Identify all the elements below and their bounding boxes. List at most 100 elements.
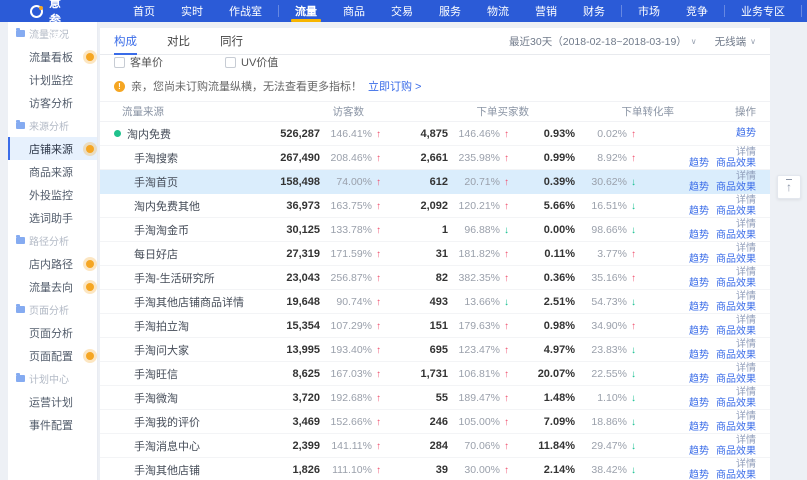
detail-link[interactable]: 详情	[736, 219, 756, 230]
trend-link[interactable]: 趋势	[689, 278, 709, 289]
product-effect-link[interactable]: 商品效果	[716, 254, 756, 265]
back-to-top-button[interactable]: ↑	[777, 175, 801, 199]
nav-item-marketing[interactable]: 营销	[522, 0, 570, 22]
source-name-cell[interactable]: 手淘淘金币	[114, 222, 274, 238]
source-name-cell[interactable]: 手淘首页	[114, 174, 274, 190]
detail-link[interactable]: 详情	[736, 147, 756, 158]
source-name-cell[interactable]: 手淘-生活研究所	[114, 270, 274, 286]
source-name-cell[interactable]: 手淘问大家	[114, 342, 274, 358]
nav-item-business-zone[interactable]: 业务专区	[728, 0, 798, 22]
sidebar-item-external-monitor[interactable]: 外投监控	[8, 183, 97, 206]
product-effect-link[interactable]: 商品效果	[716, 446, 756, 457]
product-effect-link[interactable]: 商品效果	[716, 230, 756, 241]
visitors-cell: 526,287146.41%↑	[274, 128, 384, 140]
trend-link[interactable]: 趋势	[689, 350, 709, 361]
terminal-selector[interactable]: 无线端 ∨	[715, 34, 756, 49]
checkbox-uv-value[interactable]: UV价值	[225, 55, 278, 70]
nav-item-finance[interactable]: 财务	[570, 0, 618, 22]
trend-link[interactable]: 趋势	[689, 470, 709, 480]
nav-item-market[interactable]: 市场	[625, 0, 673, 22]
source-name-cell[interactable]: 手淘我的评价	[114, 414, 274, 430]
trend-link[interactable]: 趋势	[689, 254, 709, 265]
product-effect-link[interactable]: 商品效果	[716, 302, 756, 313]
nav-item-product[interactable]: 商品	[330, 0, 378, 22]
detail-link[interactable]: 详情	[736, 195, 756, 206]
nav-item-traffic[interactable]: 流量	[282, 0, 330, 22]
checkbox-unit-price[interactable]: 客单价	[114, 55, 163, 70]
tab-compare[interactable]: 对比	[167, 28, 190, 54]
sidebar-item-event-config[interactable]: 事件配置	[8, 413, 97, 436]
trend-link[interactable]: 趋势	[689, 422, 709, 433]
nav-item-trade[interactable]: 交易	[378, 0, 426, 22]
action-line: 趋势	[736, 128, 756, 139]
detail-link[interactable]: 详情	[736, 411, 756, 422]
nav-item-service[interactable]: 服务	[426, 0, 474, 22]
detail-link[interactable]: 详情	[736, 267, 756, 278]
sidebar-item-instore-path[interactable]: 店内路径	[8, 252, 97, 275]
source-name-cell[interactable]: 手淘旺信	[114, 366, 274, 382]
source-name-cell[interactable]: 手淘微淘	[114, 390, 274, 406]
source-name-cell[interactable]: 手淘其他店铺	[114, 462, 274, 478]
subscribe-link[interactable]: 立即订购 >	[368, 78, 421, 94]
metric-change-pct: 8.92%	[581, 152, 627, 164]
sidebar-item-plan-monitor[interactable]: 计划监控	[8, 68, 97, 91]
product-effect-link[interactable]: 商品效果	[716, 158, 756, 169]
product-effect-link[interactable]: 商品效果	[716, 470, 756, 480]
source-name-cell[interactable]: 手淘其他店铺商品详情	[114, 294, 274, 310]
trend-link[interactable]: 趋势	[689, 230, 709, 241]
product-effect-link[interactable]: 商品效果	[716, 350, 756, 361]
detail-link[interactable]: 详情	[736, 291, 756, 302]
product-effect-link[interactable]: 商品效果	[716, 422, 756, 433]
nav-item-competition[interactable]: 竞争	[673, 0, 721, 22]
metric-change-pct: 123.47%	[454, 344, 500, 356]
nav-item-realtime[interactable]: 实时	[168, 0, 216, 22]
trend-link[interactable]: 趋势	[689, 446, 709, 457]
source-name-cell[interactable]: 手淘搜索	[114, 150, 274, 166]
source-name-cell[interactable]: 淘内免费其他	[114, 198, 274, 214]
sidebar-item-shop-source[interactable]: 店铺来源	[8, 137, 97, 160]
checkbox-box[interactable]	[225, 57, 236, 68]
detail-link[interactable]: 详情	[736, 435, 756, 446]
sidebar-item-visitor-analysis[interactable]: 访客分析	[8, 91, 97, 114]
trend-link[interactable]: 趋势	[689, 158, 709, 169]
product-effect-link[interactable]: 商品效果	[716, 278, 756, 289]
nav-item-logistics[interactable]: 物流	[474, 0, 522, 22]
sidebar-item-product-source[interactable]: 商品来源	[8, 160, 97, 183]
nav-item-home[interactable]: 首页	[120, 0, 168, 22]
detail-link[interactable]: 详情	[736, 363, 756, 374]
app-logo[interactable]: 生意参谋	[0, 0, 62, 22]
detail-link[interactable]: 详情	[736, 171, 756, 182]
trend-link[interactable]: 趋势	[689, 374, 709, 385]
source-name-cell[interactable]: 手淘消息中心	[114, 438, 274, 454]
sidebar-item-traffic-dashboard[interactable]: 流量看板	[8, 45, 97, 68]
checkbox-box[interactable]	[114, 57, 125, 68]
tab-peers[interactable]: 同行	[220, 28, 243, 54]
detail-link[interactable]: 详情	[736, 315, 756, 326]
trend-link[interactable]: 趋势	[689, 302, 709, 313]
sidebar-item-page-config[interactable]: 页面配置	[8, 344, 97, 367]
trend-link[interactable]: 趋势	[689, 182, 709, 193]
trend-link[interactable]: 趋势	[689, 398, 709, 409]
date-range-selector[interactable]: 最近30天（2018-02-18~2018-03-19） ∨	[509, 34, 697, 49]
source-name-cell[interactable]: 每日好店	[114, 246, 274, 262]
product-effect-link[interactable]: 商品效果	[716, 374, 756, 385]
source-name-cell[interactable]: 淘内免费	[114, 126, 274, 142]
product-effect-link[interactable]: 商品效果	[716, 206, 756, 217]
detail-link[interactable]: 详情	[736, 387, 756, 398]
sidebar-item-page-analysis[interactable]: 页面分析	[8, 321, 97, 344]
sidebar-item-traffic-destination[interactable]: 流量去向	[8, 275, 97, 298]
trend-link[interactable]: 趋势	[689, 326, 709, 337]
product-effect-link[interactable]: 商品效果	[716, 398, 756, 409]
nav-item-war-room[interactable]: 作战室	[216, 0, 275, 22]
detail-link[interactable]: 详情	[736, 243, 756, 254]
source-name-cell[interactable]: 手淘拍立淘	[114, 318, 274, 334]
sidebar-item-word-helper[interactable]: 选词助手	[8, 206, 97, 229]
tab-composition[interactable]: 构成	[114, 28, 137, 54]
product-effect-link[interactable]: 商品效果	[716, 182, 756, 193]
detail-link[interactable]: 详情	[736, 339, 756, 350]
detail-link[interactable]: 详情	[736, 459, 756, 470]
trend-link[interactable]: 趋势	[736, 128, 756, 139]
trend-link[interactable]: 趋势	[689, 206, 709, 217]
sidebar-item-operation-plan[interactable]: 运营计划	[8, 390, 97, 413]
product-effect-link[interactable]: 商品效果	[716, 326, 756, 337]
